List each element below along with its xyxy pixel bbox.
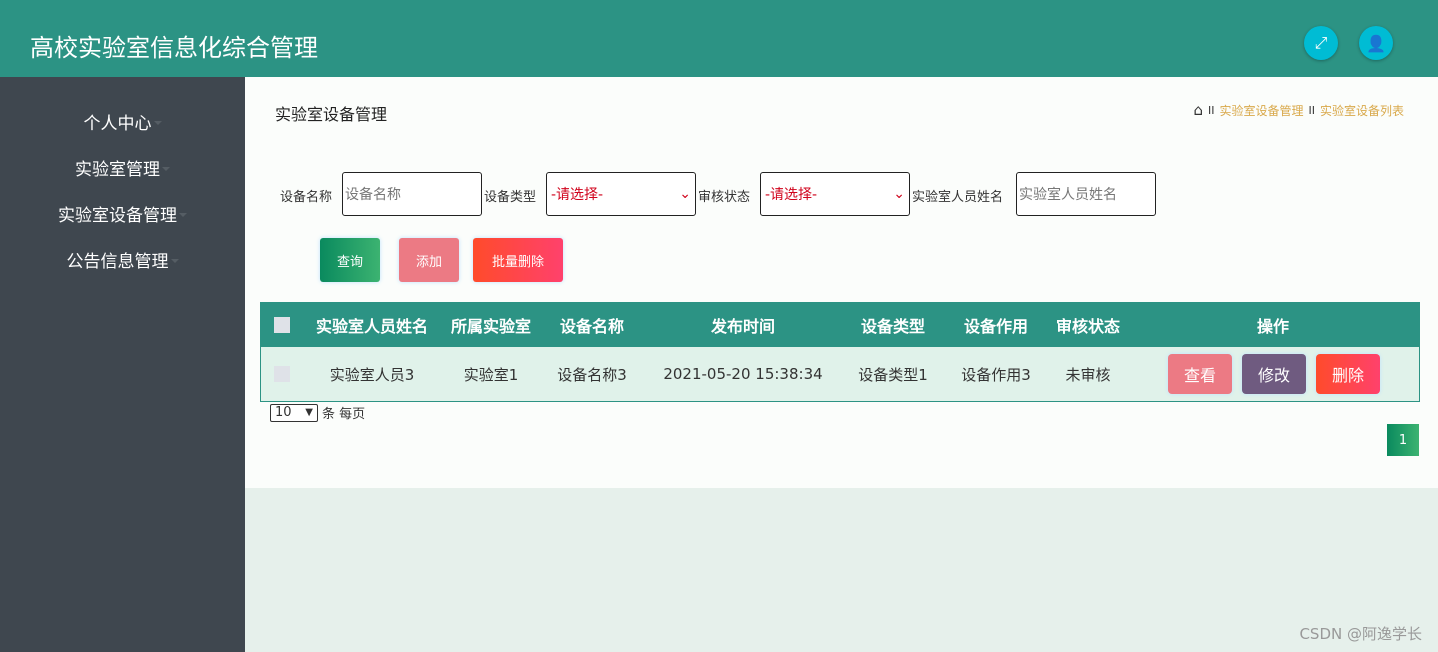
page-button-1[interactable]: 1 (1387, 424, 1419, 456)
device-type-value: -请选择- (551, 187, 604, 203)
chevron-down-icon: ⌄ (679, 186, 691, 202)
device-type-label: 设备类型 (484, 190, 537, 205)
top-header: 高校实验室信息化综合管理 ⤢ 👤 (0, 0, 1438, 77)
table-row: 实验室人员3 实验室1 设备名称3 2021-05-20 15:38:34 设备… (260, 347, 1420, 402)
sidebar-item-notice-management[interactable]: 公告信息管理 (0, 236, 245, 282)
home-icon[interactable]: ⌂ (1193, 101, 1203, 119)
page-size-value: 10 (275, 405, 292, 420)
sidebar-item-equipment-management[interactable]: 实验室设备管理 (0, 190, 245, 236)
delete-button[interactable]: 删除 (1316, 354, 1380, 394)
cell-person: 实验室人员3 (329, 365, 415, 384)
watermark: CSDN @阿逸学长 (1299, 625, 1422, 643)
column-header: 发布时间 (710, 316, 776, 336)
page-size-select[interactable]: 10 ▼ (270, 403, 318, 422)
caret-down-icon (153, 121, 162, 125)
column-header: 操作 (1256, 316, 1290, 336)
status-label: 审核状态 (698, 190, 751, 205)
cell-time: 2021-05-20 15:38:34 (663, 365, 823, 383)
sidebar-item-label: 实验室设备管理 (58, 205, 177, 226)
user-icon: 👤 (1366, 33, 1386, 53)
row-checkbox[interactable] (274, 366, 290, 382)
column-header: 所属实验室 (450, 316, 532, 336)
fullscreen-button[interactable]: ⤢ (1304, 26, 1338, 60)
device-type-select[interactable]: -请选择- ⌄ (546, 172, 696, 216)
breadcrumb-item: 实验室设备列表 (1319, 103, 1404, 118)
per-page-label: 条 每页 (322, 407, 366, 422)
fullscreen-icon: ⤢ (1314, 33, 1328, 52)
cell-type: 设备类型1 (858, 365, 928, 384)
cell-device: 设备名称3 (557, 365, 627, 384)
status-select[interactable]: -请选择- ⌄ (760, 172, 910, 216)
app-title: 高校实验室信息化综合管理 (30, 34, 318, 62)
column-header: 设备作用 (963, 316, 1029, 336)
cell-purpose: 设备作用3 (961, 365, 1031, 384)
sidebar-item-label: 公告信息管理 (66, 251, 169, 272)
status-value: -请选择- (765, 187, 818, 203)
caret-down-icon (179, 213, 187, 217)
caret-down-icon (162, 167, 170, 171)
chevron-down-icon: ⌄ (893, 186, 905, 202)
sidebar: 个人中心 实验室管理 实验室设备管理 公告信息管理 (0, 77, 245, 652)
breadcrumb-separator: II (1207, 103, 1215, 117)
cell-status: 未审核 (1065, 365, 1111, 384)
sidebar-item-label: 实验室管理 (75, 159, 160, 180)
column-header: 设备类型 (860, 316, 926, 336)
content-panel: 实验室设备管理 ⌂ II 实验室设备管理 II 实验室设备列表 设备名称 设备名… (245, 77, 1438, 488)
person-name-label: 实验室人员姓名 (912, 190, 1004, 205)
select-all-checkbox[interactable] (274, 316, 290, 333)
breadcrumb: ⌂ II 实验室设备管理 II 实验室设备列表 (1193, 101, 1404, 119)
cell-lab: 实验室1 (463, 365, 519, 384)
device-name-label: 设备名称 (280, 190, 333, 205)
column-header: 审核状态 (1055, 316, 1121, 336)
caret-down-icon (170, 259, 179, 263)
device-name-input[interactable]: 设备名称 (342, 172, 482, 216)
breadcrumb-item[interactable]: 实验室设备管理 (1219, 102, 1303, 119)
breadcrumb-separator: II (1308, 103, 1315, 117)
search-button[interactable]: 查询 (320, 238, 380, 282)
edit-button[interactable]: 修改 (1242, 354, 1306, 394)
view-button[interactable]: 查看 (1168, 354, 1232, 394)
sidebar-item-personal-center[interactable]: 个人中心 (0, 98, 245, 144)
table-header: 实验室人员姓名 所属实验室 设备名称 发布时间 设备类型 设备作用 审核状态 操… (260, 302, 1420, 347)
sidebar-item-lab-management[interactable]: 实验室管理 (0, 144, 245, 190)
user-button[interactable]: 👤 (1359, 26, 1393, 60)
pagination-size: 10 ▼ 条 每页 (270, 403, 365, 422)
page-title: 实验室设备管理 (275, 105, 388, 124)
column-header: 设备名称 (559, 316, 625, 336)
batch-delete-button[interactable]: 批量删除 (473, 238, 563, 282)
add-button[interactable]: 添加 (399, 238, 459, 282)
column-header: 实验室人员姓名 (315, 316, 429, 336)
person-name-input[interactable]: 实验室人员姓名 (1016, 172, 1156, 216)
chevron-down-icon: ▼ (305, 407, 313, 418)
sidebar-item-label: 个人中心 (83, 113, 152, 134)
equipment-table: 实验室人员姓名 所属实验室 设备名称 发布时间 设备类型 设备作用 审核状态 操… (260, 302, 1420, 402)
